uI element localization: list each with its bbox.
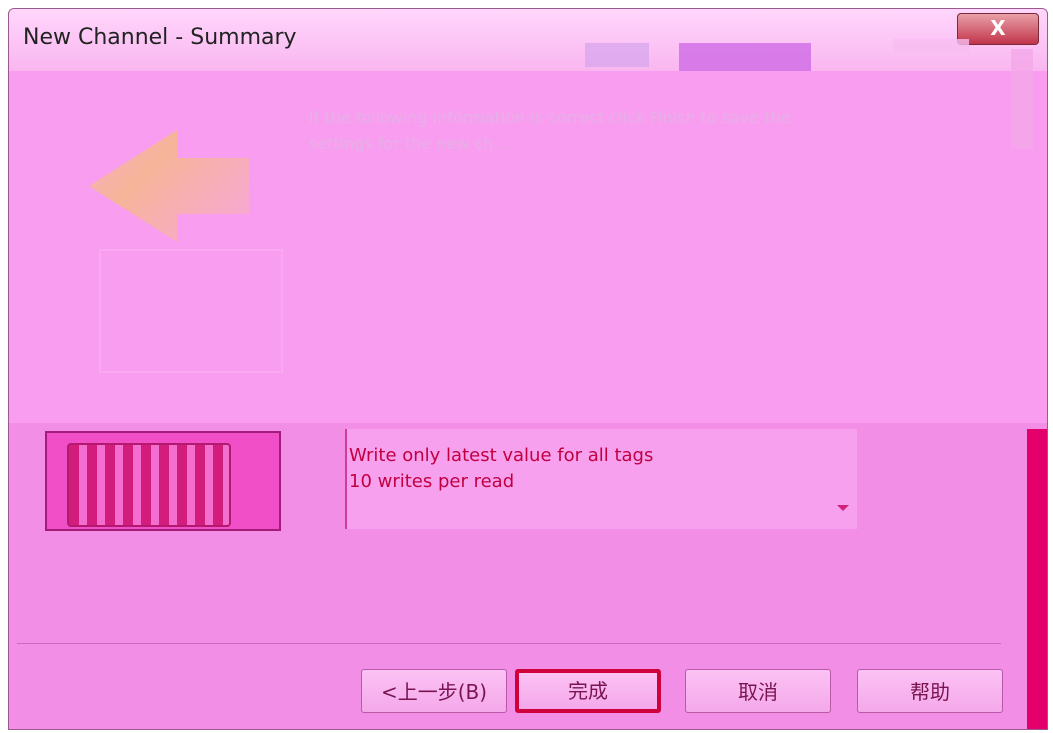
device-icon [45,431,281,531]
help-button[interactable]: 帮助 [857,669,1003,713]
frame-graphic [99,249,283,373]
summary-line: 10 writes per read [349,471,515,492]
arrow-graphic [89,130,249,242]
close-button[interactable]: X [957,13,1039,45]
cancel-button[interactable]: 取消 [685,669,831,713]
side-strip [1027,429,1047,729]
chevron-down-icon[interactable] [837,505,849,511]
summary-text: Write only latest value for all tags 10 … [349,443,653,495]
render-artifact [893,39,969,53]
title-bar[interactable]: New Channel - Summary X [9,9,1047,83]
back-button[interactable]: <上一步(B) [361,669,507,713]
render-artifact [585,43,649,67]
wizard-arrow-icon [69,99,309,419]
device-block [67,443,231,527]
dialog-window: New Channel - Summary X If the following… [8,8,1048,730]
vertical-scrollbar[interactable] [1011,49,1033,149]
divider [17,643,1001,644]
finish-button[interactable]: 完成 [515,669,661,713]
window-title: New Channel - Summary [23,25,297,50]
summary-line: Write only latest value for all tags [349,445,654,466]
intro-text: If the following information is correct … [309,108,791,153]
